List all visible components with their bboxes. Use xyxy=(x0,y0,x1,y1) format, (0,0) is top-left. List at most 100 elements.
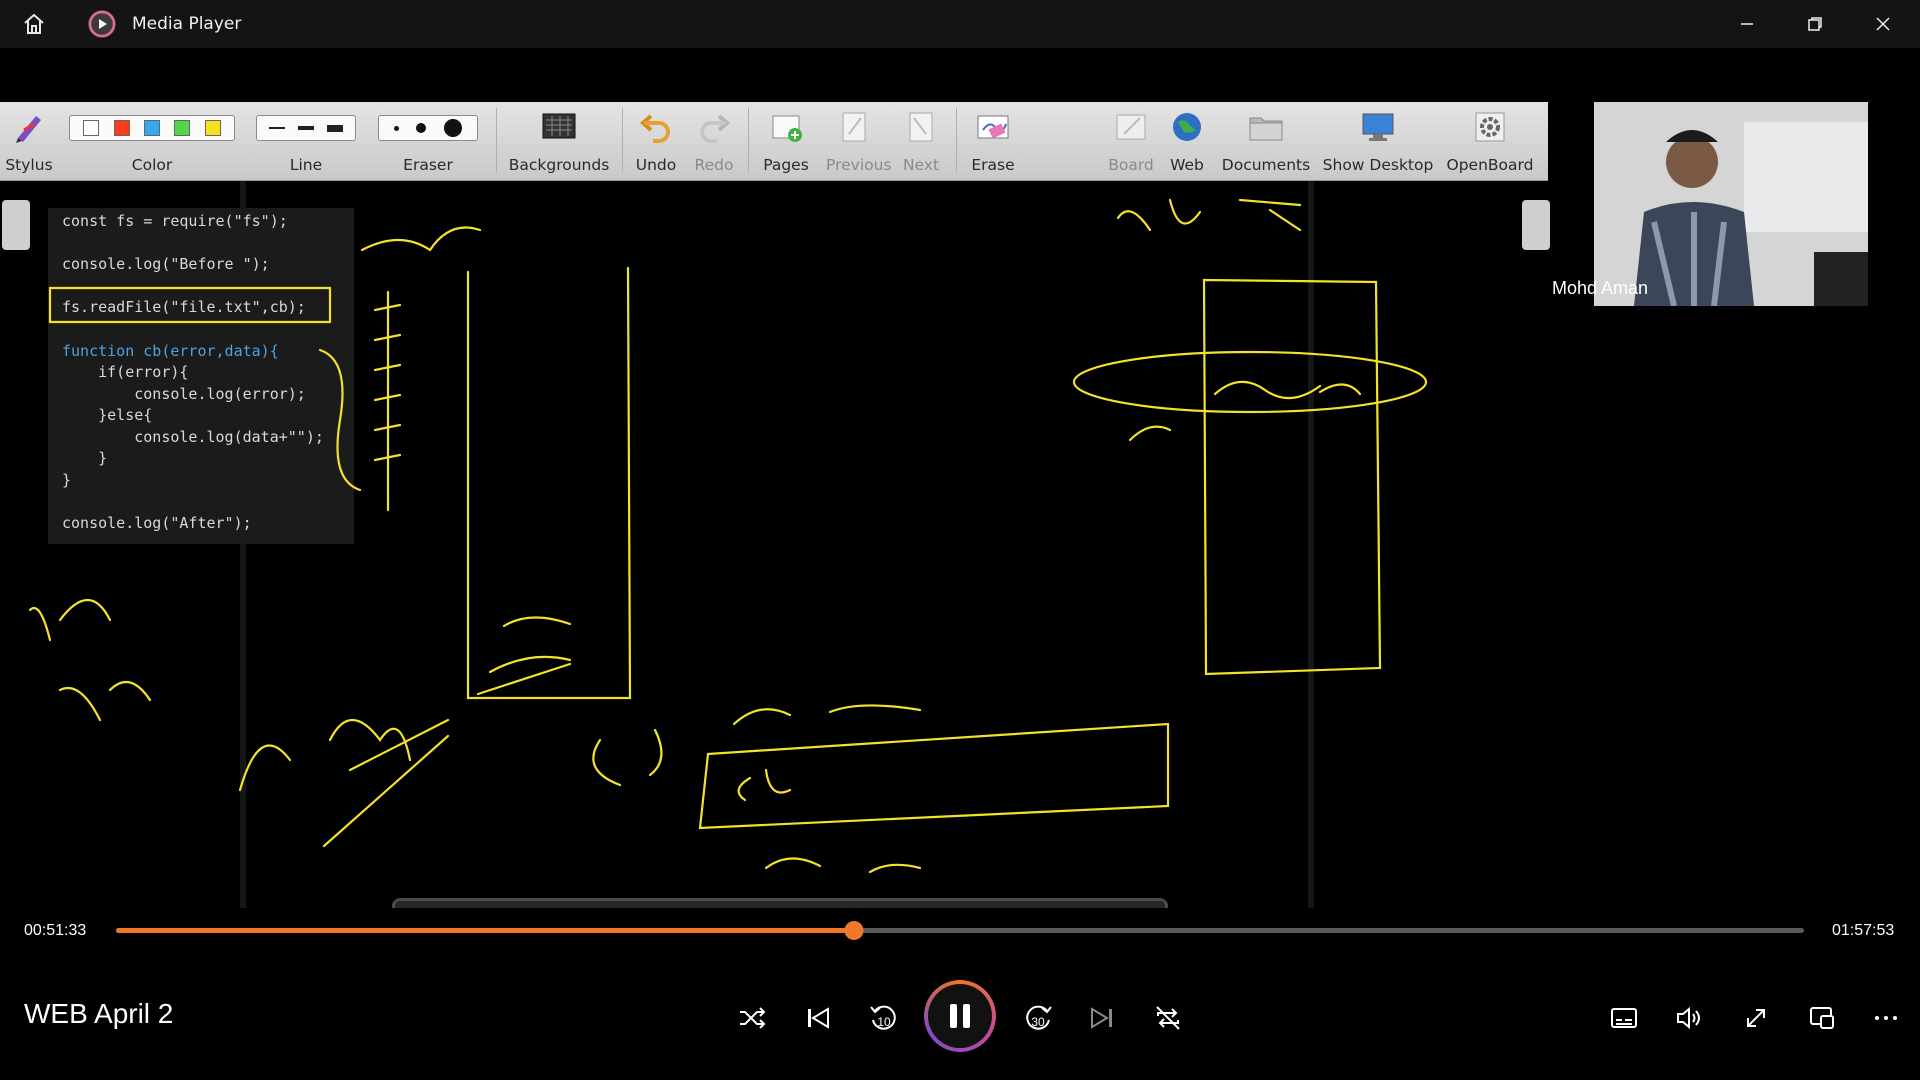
openboard-label: OpenBoard xyxy=(1446,156,1534,174)
code-line: if(error){ xyxy=(62,363,189,381)
title-bar: Media Player xyxy=(0,0,1920,48)
eraser-small-icon[interactable] xyxy=(393,125,399,131)
next-label: Next xyxy=(902,156,940,174)
redo-label: Redo xyxy=(694,156,734,174)
swatch-green[interactable] xyxy=(174,120,191,136)
play-pause-inner xyxy=(928,984,992,1048)
rewind-button[interactable]: 10 xyxy=(864,998,904,1038)
next-button[interactable]: Next xyxy=(892,102,950,180)
previous-page-icon xyxy=(842,112,866,142)
eraser-label: Eraser xyxy=(403,156,453,174)
repeat-off-icon xyxy=(1156,1006,1180,1030)
next-page-icon xyxy=(909,112,933,142)
code-line: console.log(error); xyxy=(62,385,306,403)
rewind-10-icon: 10 xyxy=(870,1005,896,1030)
mini-player-button[interactable] xyxy=(1802,1002,1842,1034)
volume-button[interactable] xyxy=(1670,1002,1710,1034)
left-panel-toggle[interactable] xyxy=(2,200,30,250)
forward-30-icon: 30 xyxy=(1026,1005,1052,1030)
swatch-blue[interactable] xyxy=(143,120,160,136)
redo-icon xyxy=(700,114,731,143)
restore-button[interactable] xyxy=(1792,8,1838,40)
seek-bar[interactable] xyxy=(116,921,1804,940)
pause-icon xyxy=(950,1004,970,1028)
openboard-toolbar: Stylus Color Line Eraser Backgrounds Und… xyxy=(0,102,1548,181)
undo-label: Undo xyxy=(635,156,677,174)
stylus-label: Stylus xyxy=(5,156,53,174)
skip-next-icon xyxy=(1091,1007,1112,1029)
show-desktop-button[interactable]: Show Desktop xyxy=(1320,102,1436,180)
board-button[interactable]: Board xyxy=(1100,102,1162,180)
more-options-icon xyxy=(1875,1016,1897,1020)
eraser-sizes[interactable] xyxy=(378,115,478,141)
code-line: }else{ xyxy=(62,406,153,424)
pages-button[interactable]: Pages xyxy=(756,102,816,180)
monitor-icon xyxy=(1362,113,1394,141)
globe-icon xyxy=(1173,113,1201,141)
backgrounds-button[interactable]: Backgrounds xyxy=(504,102,614,180)
erase-button[interactable]: Erase xyxy=(962,102,1024,180)
swatch-yellow[interactable] xyxy=(204,120,221,136)
minimize-button[interactable] xyxy=(1724,8,1770,40)
eraser-tool[interactable]: Eraser xyxy=(376,102,480,180)
total-time: 01:57:53 xyxy=(1832,922,1895,939)
line-tool[interactable]: Line xyxy=(254,102,358,180)
web-label: Web xyxy=(1170,156,1204,174)
folder-icon xyxy=(1249,117,1283,141)
code-line: console.log(data+""); xyxy=(62,428,324,446)
subtitles-button[interactable] xyxy=(1604,1002,1644,1034)
web-button[interactable]: Web xyxy=(1162,102,1212,180)
code-line: console.log("After"); xyxy=(62,514,252,532)
previous-button[interactable]: Previous xyxy=(826,102,892,180)
swatch-red[interactable] xyxy=(113,120,130,136)
stylus-icon xyxy=(16,116,41,143)
openboard-button[interactable]: OpenBoard xyxy=(1440,102,1540,180)
seek-bar-thumb[interactable] xyxy=(844,921,864,940)
line-thick-icon[interactable] xyxy=(326,124,343,132)
undo-icon xyxy=(639,114,670,143)
show-desktop-label: Show Desktop xyxy=(1322,156,1434,174)
backgrounds-label: Backgrounds xyxy=(508,156,610,174)
skip-previous-icon xyxy=(808,1007,829,1029)
shuffle-button[interactable] xyxy=(732,1002,772,1034)
stylus-tool[interactable]: Stylus xyxy=(0,102,58,180)
previous-track-button[interactable] xyxy=(800,1002,836,1034)
documents-button[interactable]: Documents xyxy=(1218,102,1314,180)
color-tool[interactable]: Color xyxy=(66,102,238,180)
board-icon xyxy=(1116,114,1146,140)
subtitles-icon xyxy=(1611,1008,1637,1028)
code-snippet: const fs = require("fs"); console.log("B… xyxy=(48,208,354,544)
presenter-name: Mohd Aman xyxy=(1552,278,1649,298)
fullscreen-button[interactable] xyxy=(1736,1002,1776,1034)
gear-icon xyxy=(1475,112,1505,142)
close-button[interactable] xyxy=(1860,8,1906,40)
eraser-medium-icon[interactable] xyxy=(416,123,427,133)
volume-icon xyxy=(1677,1006,1700,1030)
documents-label: Documents xyxy=(1221,156,1311,174)
presenter-video-icon xyxy=(1594,102,1868,306)
redo-button[interactable]: Redo xyxy=(686,102,742,180)
code-line: console.log("Before "); xyxy=(62,255,270,273)
next-track-button[interactable] xyxy=(1084,1002,1120,1034)
undo-button[interactable]: Undo xyxy=(626,102,686,180)
fast-forward-button[interactable]: 30 xyxy=(1018,998,1058,1038)
toolbar-divider xyxy=(748,108,749,172)
toolbar-divider xyxy=(622,108,623,172)
eraser-large-icon[interactable] xyxy=(444,119,463,137)
home-icon[interactable] xyxy=(20,10,48,38)
forward-seconds: 30 xyxy=(1031,1015,1045,1029)
play-pause-button[interactable] xyxy=(924,980,996,1052)
repeat-button[interactable] xyxy=(1148,1000,1188,1036)
code-line: } xyxy=(62,471,72,489)
more-options-button[interactable] xyxy=(1866,1002,1906,1034)
elapsed-time: 00:51:33 xyxy=(24,922,87,939)
right-panel-toggle[interactable] xyxy=(1522,200,1550,250)
miniplayer-icon xyxy=(1810,1007,1834,1029)
swatch-white[interactable] xyxy=(83,120,100,136)
color-swatches[interactable] xyxy=(69,115,235,141)
line-widths[interactable] xyxy=(256,115,356,141)
line-thin-icon[interactable] xyxy=(269,127,286,129)
board-label: Board xyxy=(1108,156,1154,174)
line-medium-icon[interactable] xyxy=(297,126,314,130)
code-line: } xyxy=(62,449,108,467)
